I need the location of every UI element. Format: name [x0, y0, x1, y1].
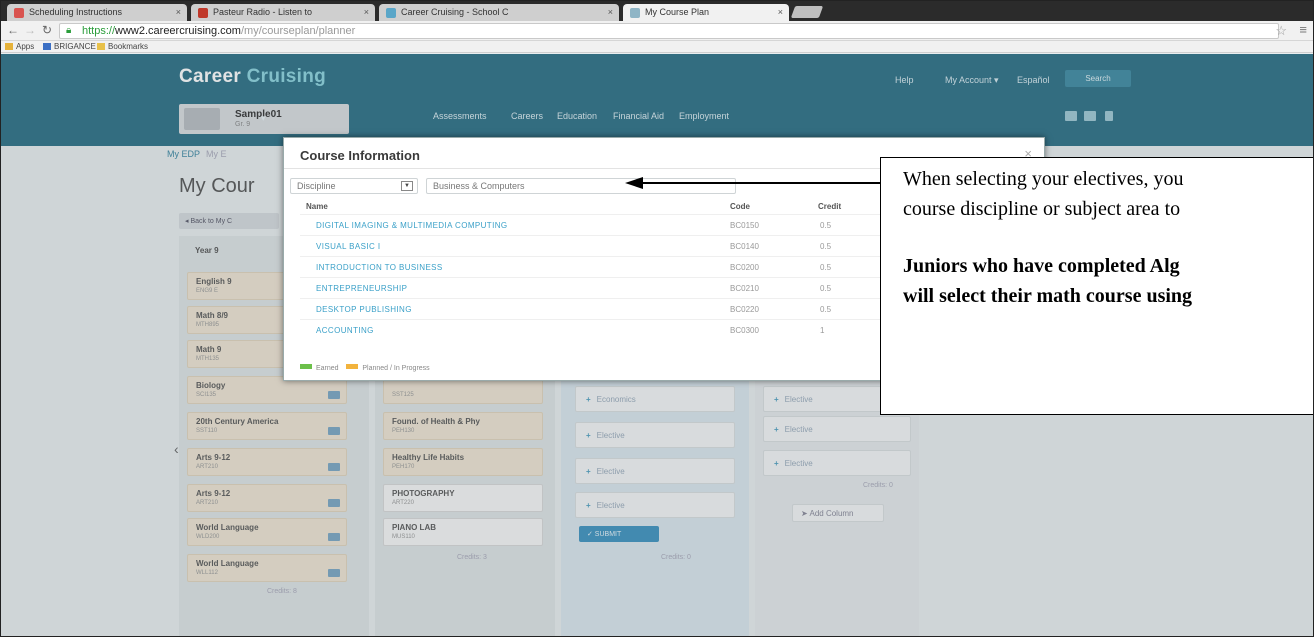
callout-text: course discipline or subject area to: [903, 198, 1181, 220]
callout-text-bold: will select their math course using: [903, 285, 1193, 307]
course-link[interactable]: VISUAL BASIC I: [316, 242, 380, 251]
course-code: BC0300: [730, 326, 759, 335]
tab-close-icon[interactable]: ×: [364, 7, 369, 17]
bookmark-brigance[interactable]: BRIGANCE: [43, 42, 96, 51]
earned-swatch: [300, 364, 312, 369]
tab-favicon-icon: [198, 8, 208, 18]
bookmark-apps[interactable]: Apps: [5, 42, 34, 51]
course-link[interactable]: INTRODUCTION TO BUSINESS: [316, 263, 443, 272]
select-value: Business & Computers: [433, 181, 525, 191]
course-link[interactable]: DIGITAL IMAGING & MULTIMEDIA COMPUTING: [316, 221, 508, 230]
column-header-credit: Credit: [818, 202, 842, 211]
bookmark-icon: [43, 43, 51, 50]
bookmark-label: Bookmarks: [108, 42, 149, 51]
tab-label: Scheduling Instructions: [29, 7, 123, 17]
legend-planned-label: Planned / In Progress: [362, 365, 430, 372]
tab-favicon-icon: [630, 8, 640, 18]
browser-tab[interactable]: Career Cruising - School C ×: [379, 4, 619, 21]
lock-icon: 🔒︎: [66, 25, 72, 36]
tab-favicon-icon: [386, 8, 396, 18]
tab-close-icon[interactable]: ×: [778, 7, 783, 17]
address-bar[interactable]: 🔒︎ https://www2.careercruising.com/my/co…: [59, 23, 1279, 39]
tab-label: My Course Plan: [645, 7, 710, 17]
course-link[interactable]: ACCOUNTING: [316, 326, 374, 335]
bookmark-label: Apps: [16, 42, 35, 51]
arrow-left-icon: [625, 177, 643, 189]
status-legend: Earned Planned / In Progress: [300, 364, 430, 372]
menu-icon[interactable]: ≡: [1299, 22, 1307, 37]
course-code: BC0200: [730, 263, 759, 272]
callout-text-bold: Juniors who have completed Alg: [903, 255, 1180, 277]
tab-label: Pasteur Radio - Listen to: [213, 7, 313, 17]
browser-tab[interactable]: Scheduling Instructions ×: [7, 4, 187, 21]
column-header-code: Code: [730, 202, 750, 211]
course-code: BC0140: [730, 242, 759, 251]
chevron-down-icon: ▼: [401, 181, 413, 191]
bookmark-label: BRIGANCE: [54, 42, 96, 51]
instruction-callout: When selecting your electives, you cours…: [880, 157, 1313, 415]
apps-icon: [5, 43, 13, 50]
folder-icon: [97, 43, 105, 50]
course-code: BC0210: [730, 284, 759, 293]
bookmarks-bar: Apps BRIGANCE Bookmarks: [1, 41, 1313, 53]
column-header-name: Name: [306, 202, 328, 211]
course-credit: 0.5: [820, 263, 832, 272]
select-value: Discipline: [297, 181, 336, 191]
new-tab-button[interactable]: [790, 6, 824, 18]
url-host: www2.careercruising.com: [115, 25, 241, 37]
browser-tab[interactable]: Pasteur Radio - Listen to ×: [191, 4, 375, 21]
browser-tab-bar: Scheduling Instructions × Pasteur Radio …: [1, 1, 1313, 21]
course-credit: 0.5: [820, 221, 832, 230]
bookmark-star-icon[interactable]: ☆: [1275, 23, 1287, 39]
reload-icon[interactable]: ↻: [39, 23, 55, 39]
course-credit: 0.5: [820, 284, 832, 293]
browser-tab-active[interactable]: My Course Plan ×: [623, 4, 789, 21]
tab-close-icon[interactable]: ×: [176, 7, 181, 17]
filter-type-select[interactable]: Discipline ▼: [290, 178, 418, 194]
course-credit: 1: [820, 326, 825, 335]
url-scheme: https://: [82, 25, 116, 37]
course-link[interactable]: DESKTOP PUBLISHING: [316, 305, 412, 314]
callout-text: When selecting your electives, you: [903, 168, 1184, 190]
course-credit: 0.5: [820, 305, 832, 314]
tab-favicon-icon: [14, 8, 24, 18]
tab-close-icon[interactable]: ×: [608, 7, 613, 17]
tab-label: Career Cruising - School C: [401, 7, 509, 17]
browser-toolbar: ← → ↻ 🔒︎ https://www2.careercruising.com…: [1, 21, 1313, 41]
back-arrow-icon[interactable]: ←: [5, 23, 21, 39]
course-link[interactable]: ENTREPRENEURSHIP: [316, 284, 407, 293]
screenshot-frame: Scheduling Instructions × Pasteur Radio …: [0, 0, 1314, 637]
planned-swatch: [346, 364, 359, 369]
course-credit: 0.5: [820, 242, 832, 251]
url-path: /my/courseplan/planner: [240, 25, 356, 37]
bookmark-folder[interactable]: Bookmarks: [97, 42, 148, 51]
forward-arrow-icon[interactable]: →: [22, 23, 38, 39]
course-code: BC0150: [730, 221, 759, 230]
course-code: BC0220: [730, 305, 759, 314]
legend-earned-label: Earned: [316, 365, 339, 372]
modal-title: Course Information: [300, 148, 420, 163]
discipline-select[interactable]: Business & Computers ▼: [426, 178, 1005, 194]
annotation-arrow: [641, 182, 881, 184]
